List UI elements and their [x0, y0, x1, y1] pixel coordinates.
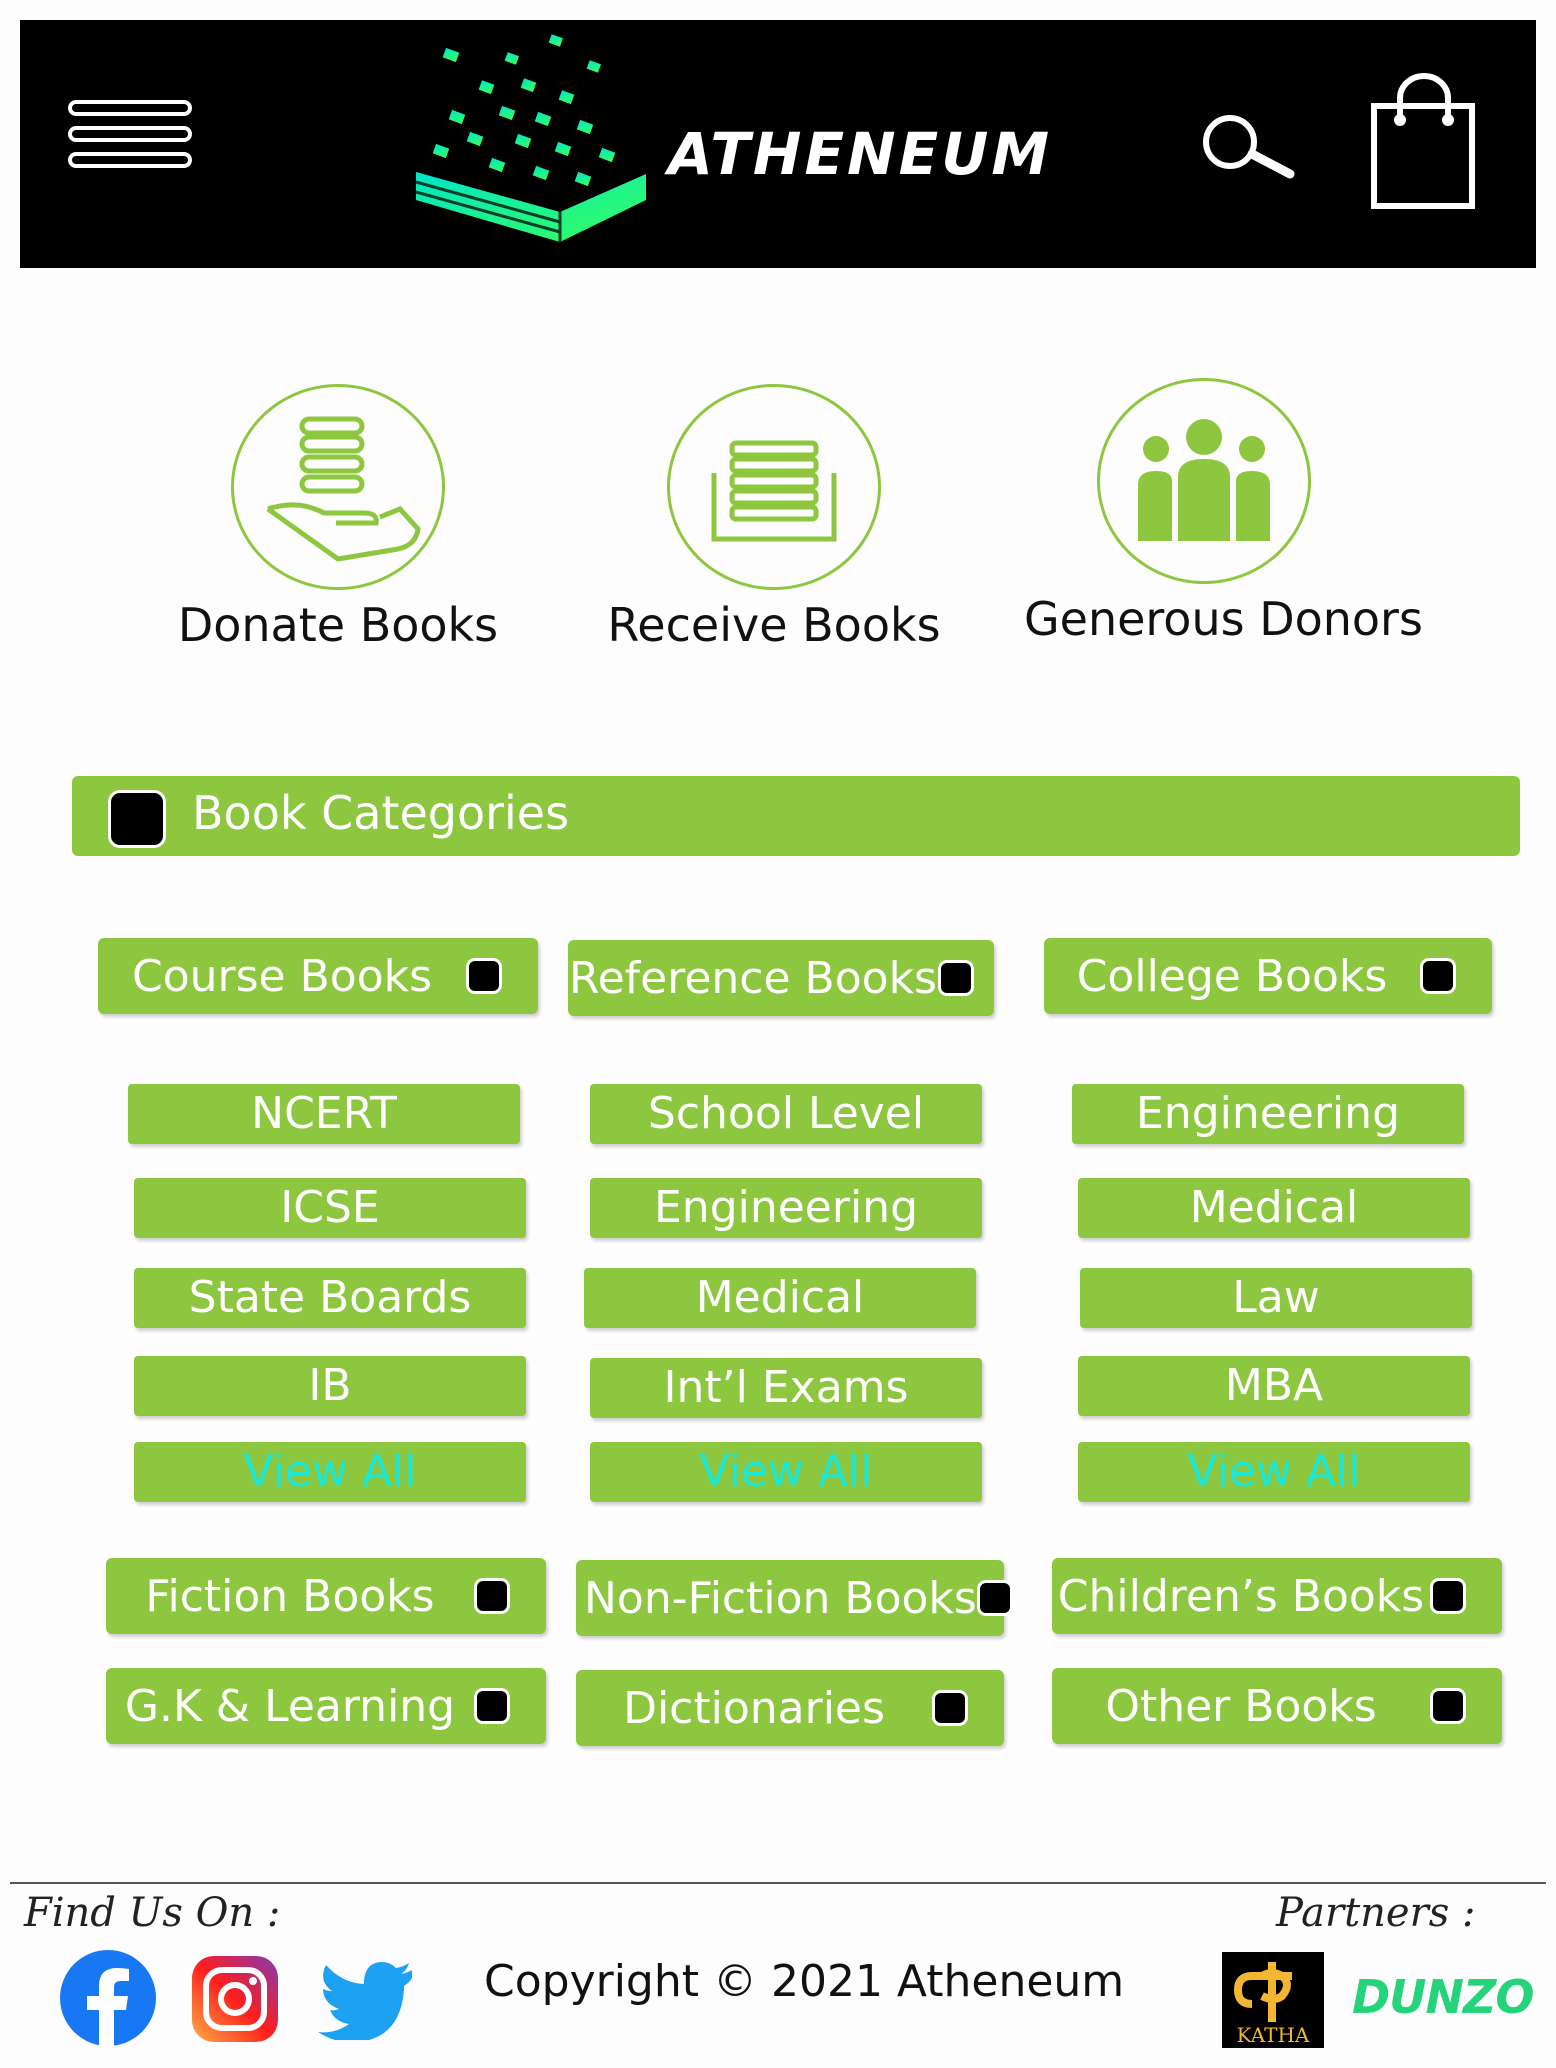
katha-text: KATHA [1237, 2023, 1310, 2047]
shopping-bag-icon[interactable] [1368, 72, 1480, 212]
donate-books-label: Donate Books [177, 598, 499, 652]
other-books-button[interactable]: Other Books [1052, 1668, 1502, 1744]
course-books-label: Course Books [131, 950, 433, 1002]
generous-donors-link[interactable]: Generous Donors [1024, 378, 1423, 646]
dropdown-dot-icon [474, 1578, 510, 1614]
mba-button[interactable]: MBA [1078, 1356, 1470, 1416]
reference-view-all-button[interactable]: View All [590, 1442, 982, 1502]
reference-medical-button[interactable]: Medical [584, 1268, 976, 1328]
receive-books-label: Receive Books [607, 598, 941, 652]
copyright-text: Copyright © 2021 Atheneum [484, 1956, 1125, 2007]
reference-books-label: Reference Books [569, 952, 937, 1004]
dropdown-dot-icon [474, 1688, 510, 1724]
category-toggle-icon[interactable] [108, 790, 166, 848]
non-fiction-books-label: Non-Fiction Books [584, 1572, 977, 1624]
footer-divider [10, 1882, 1546, 1884]
fiction-books-label: Fiction Books [145, 1570, 435, 1622]
reference-books-button[interactable]: Reference Books [568, 940, 994, 1016]
receive-books-link[interactable]: Receive Books [594, 384, 954, 652]
dictionaries-button[interactable]: Dictionaries [576, 1670, 1004, 1746]
dropdown-dot-icon [932, 1690, 968, 1726]
childrens-books-label: Children’s Books [1057, 1570, 1425, 1622]
gk-learning-button[interactable]: G.K & Learning [106, 1668, 546, 1744]
course-books-button[interactable]: Course Books [98, 938, 538, 1014]
twitter-icon[interactable] [318, 1960, 414, 2040]
other-books-label: Other Books [1105, 1680, 1377, 1732]
college-books-label: College Books [1076, 950, 1388, 1002]
law-button[interactable]: Law [1080, 1268, 1472, 1328]
college-books-button[interactable]: College Books [1044, 938, 1492, 1014]
receive-books-icon [667, 384, 881, 590]
ib-button[interactable]: IB [134, 1356, 526, 1416]
dropdown-dot-icon [1430, 1578, 1466, 1614]
college-view-all-button[interactable]: View All [1078, 1442, 1470, 1502]
dropdown-dot-icon [1420, 958, 1456, 994]
donate-books-link[interactable]: Donate Books [158, 384, 518, 652]
ncert-button[interactable]: NCERT [128, 1084, 520, 1144]
katha-logo[interactable]: KATHA [1222, 1952, 1324, 2048]
facebook-icon[interactable] [58, 1948, 158, 2048]
donors-icon [1097, 378, 1311, 584]
college-engineering-button[interactable]: Engineering [1072, 1084, 1464, 1144]
find-us-label: Find Us On : [24, 1890, 281, 1936]
non-fiction-books-button[interactable]: Non-Fiction Books [576, 1560, 1013, 1636]
childrens-books-button[interactable]: Children’s Books [1052, 1558, 1502, 1634]
school-level-button[interactable]: School Level [590, 1084, 982, 1144]
search-icon[interactable] [1196, 108, 1296, 188]
book-categories-label: Book Categories [192, 786, 570, 840]
dictionaries-label: Dictionaries [623, 1682, 885, 1734]
menu-icon[interactable] [68, 100, 196, 172]
brand-name[interactable]: ATHENEUM [668, 120, 1052, 188]
dropdown-dot-icon [976, 1580, 1013, 1616]
generous-donors-label: Generous Donors [1024, 592, 1423, 646]
icse-button[interactable]: ICSE [134, 1178, 526, 1238]
reference-engineering-button[interactable]: Engineering [590, 1178, 982, 1238]
book-logo-icon [415, 34, 646, 242]
donate-books-icon [231, 384, 445, 590]
partners-label: Partners : [1276, 1890, 1476, 1936]
college-medical-button[interactable]: Medical [1078, 1178, 1470, 1238]
instagram-icon[interactable] [190, 1954, 280, 2044]
course-view-all-button[interactable]: View All [134, 1442, 526, 1502]
intl-exams-button[interactable]: Int’l Exams [590, 1358, 982, 1418]
dropdown-dot-icon [1430, 1688, 1466, 1724]
state-boards-button[interactable]: State Boards [134, 1268, 526, 1328]
book-categories-bar[interactable]: Book Categories [72, 776, 1520, 856]
dunzo-logo[interactable]: DUNZO [1352, 1970, 1534, 2024]
dropdown-dot-icon [938, 960, 974, 996]
dropdown-dot-icon [466, 958, 502, 994]
fiction-books-button[interactable]: Fiction Books [106, 1558, 546, 1634]
gk-learning-label: G.K & Learning [124, 1680, 456, 1732]
